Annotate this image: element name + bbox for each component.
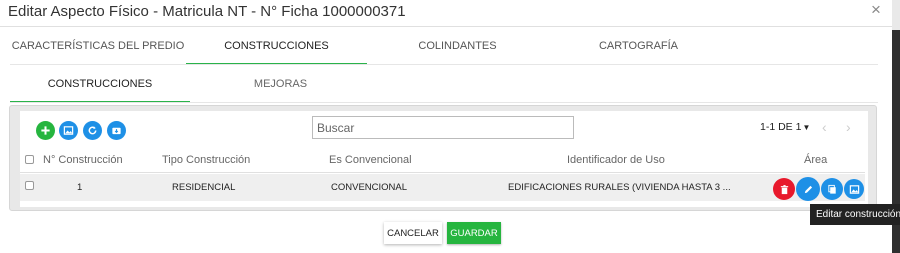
delete-button[interactable] (773, 178, 795, 200)
subtab-construcciones[interactable]: CONSTRUCCIONES (10, 72, 190, 103)
edit-tooltip: Editar construcción (810, 204, 900, 225)
cell-numero: 1 (77, 182, 83, 193)
select-all-checkbox[interactable] (25, 155, 34, 164)
tab-construcciones[interactable]: CONSTRUCCIONES (186, 35, 367, 65)
pagination-label: 1-1 DE 1 (760, 121, 802, 133)
header-divider (20, 172, 865, 173)
image-icon (63, 126, 74, 135)
cancel-button[interactable]: CANCELAR (384, 222, 442, 244)
close-icon[interactable]: × (871, 0, 881, 20)
edit-dialog: Editar Aspecto Físico - Matricula NT - N… (0, 0, 892, 253)
col-uso[interactable]: Identificador de Uso (567, 154, 665, 166)
view-image-button[interactable] (844, 179, 864, 199)
download-icon (112, 127, 121, 135)
dialog-title: Editar Aspecto Físico - Matricula NT - N… (8, 3, 406, 20)
title-divider (0, 26, 892, 27)
tab-colindantes[interactable]: COLINDANTES (367, 35, 548, 65)
tab-cartografia[interactable]: CARTOGRAFÍA (548, 35, 729, 65)
add-icon (41, 126, 50, 135)
col-tipo[interactable]: Tipo Construcción (162, 154, 250, 166)
refresh-icon (88, 126, 97, 135)
main-tabs: CARACTERÍSTICAS DEL PREDIO CONSTRUCCIONE… (10, 35, 878, 65)
col-convencional[interactable]: Es Convencional (329, 154, 412, 166)
chevron-down-icon: ▼ (802, 123, 811, 132)
copy-icon (827, 184, 836, 194)
pagination-select[interactable]: 1-1 DE 1▼ (760, 121, 810, 133)
download-button[interactable] (107, 121, 126, 140)
image-button[interactable] (59, 121, 78, 140)
cell-convencional: CONVENCIONAL (331, 182, 408, 193)
col-numero[interactable]: N° Construcción (43, 154, 123, 166)
refresh-button[interactable] (83, 121, 102, 140)
sub-tabs: CONSTRUCCIONES MEJORAS (10, 72, 878, 103)
subtab-mejoras[interactable]: MEJORAS (190, 72, 371, 103)
delete-icon (780, 184, 788, 194)
add-button[interactable] (36, 121, 55, 140)
row-checkbox[interactable] (25, 181, 34, 190)
copy-button[interactable] (821, 178, 843, 200)
table-row[interactable] (20, 174, 865, 201)
col-area[interactable]: Área (804, 154, 827, 166)
save-button[interactable]: GUARDAR (447, 222, 501, 244)
edit-button[interactable] (796, 177, 820, 201)
cell-uso: EDIFICACIONES RURALES (VIVIENDA HASTA 3 … (508, 182, 731, 193)
next-page-icon[interactable]: › (846, 119, 851, 135)
edit-icon (804, 185, 812, 193)
window-edge-top (892, 0, 900, 30)
sub-tabs-divider (10, 102, 878, 103)
tab-caracteristicas[interactable]: CARACTERÍSTICAS DEL PREDIO (10, 35, 186, 65)
prev-page-icon[interactable]: ‹ (822, 119, 827, 135)
main-tabs-divider (10, 64, 878, 65)
image-icon (849, 184, 859, 194)
search-input[interactable] (312, 116, 574, 139)
cell-tipo: RESIDENCIAL (172, 182, 236, 193)
